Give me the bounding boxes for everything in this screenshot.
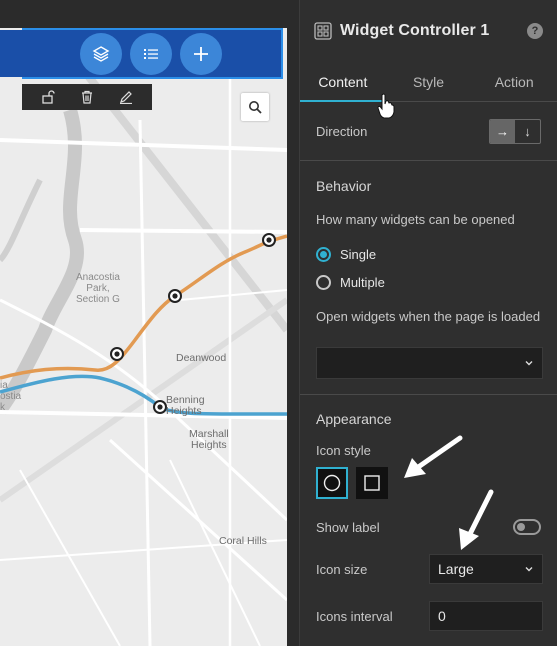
direction-label: Direction (316, 123, 368, 139)
layers-icon[interactable] (80, 33, 122, 75)
icon-size-select[interactable]: Large (429, 554, 543, 584)
open-on-load-select[interactable] (316, 347, 543, 379)
behavior-question: How many widgets can be opened (316, 211, 515, 227)
panel-header: Widget Controller 1 ? (300, 0, 557, 62)
map-label-marshall-heights: Marshall Heights (189, 428, 229, 451)
map-label-anacostia-park: Anacostia Park, Section G (76, 272, 120, 305)
list-icon[interactable] (130, 33, 172, 75)
icons-interval-label: Icons interval (316, 608, 393, 624)
circle-icon (323, 474, 341, 492)
chevron-down-icon (525, 361, 533, 366)
radio-multiple-indicator[interactable] (316, 274, 331, 290)
canvas-top-strip (0, 0, 287, 28)
plus-icon[interactable] (180, 33, 222, 75)
radio-multiple[interactable]: Multiple (300, 269, 557, 295)
behavior-title: Behavior (316, 178, 372, 194)
pencil-icon[interactable] (113, 86, 139, 108)
radio-multiple-label: Multiple (340, 274, 385, 290)
open-on-load-label: Open widgets when the page is loaded (316, 309, 541, 324)
icon-size-value: Large (438, 561, 474, 577)
unlock-icon[interactable] (35, 86, 61, 108)
help-icon[interactable]: ? (527, 23, 543, 39)
direction-vertical-button[interactable]: ↓ (515, 120, 540, 143)
icons-interval-row: Icons interval 0 (300, 591, 557, 641)
tab-action[interactable]: Action (471, 62, 557, 101)
trash-icon[interactable] (74, 86, 100, 108)
map-canvas[interactable]: Anacostia Park, Section G Deanwood Benni… (0, 0, 287, 646)
panel-tabs: Content Style Action (300, 62, 557, 102)
square-icon (364, 475, 380, 491)
icon-size-label: Icon size (316, 561, 368, 577)
search-icon (249, 101, 262, 114)
map-label-cut-1: ia (0, 380, 8, 391)
edit-toolbar (22, 84, 152, 110)
direction-toggle-group: → ↓ (489, 118, 541, 144)
icon-style-options (300, 463, 557, 507)
panel-title: Widget Controller 1 (340, 22, 490, 39)
controller-bar-edge (0, 30, 22, 77)
icons-interval-input[interactable]: 0 (429, 601, 543, 631)
map-label-benning-heights: Benning Heights (166, 394, 205, 417)
icon-style-circle-option[interactable] (316, 467, 348, 499)
tab-style[interactable]: Style (386, 62, 472, 101)
show-label-toggle[interactable] (513, 519, 541, 535)
settings-panel: Widget Controller 1 ? Content Style Acti… (299, 0, 557, 646)
map-search-button[interactable] (241, 93, 269, 121)
icon-size-row: Icon size Large (300, 547, 557, 591)
icon-style-label: Icon style (316, 442, 371, 458)
map-label-cut-2: ostia (0, 391, 22, 402)
map-label-coral-hills: Coral Hills (219, 535, 267, 547)
direction-horizontal-button[interactable]: → (490, 119, 515, 143)
appearance-title: Appearance (316, 411, 392, 427)
map-label-deanwood: Deanwood (176, 352, 227, 364)
icon-style-square-option[interactable] (356, 467, 388, 499)
chevron-down-icon (525, 567, 533, 572)
radio-single[interactable]: Single (300, 239, 557, 269)
show-label-row: Show label (300, 507, 557, 547)
direction-row: Direction → ↓ (300, 102, 557, 160)
radio-single-label: Single (340, 246, 377, 262)
show-label-text: Show label (316, 519, 380, 535)
canvas-scrollbar[interactable] (287, 0, 299, 646)
widget-controller-icon (314, 22, 332, 40)
map-label-cut-3: k (0, 402, 5, 413)
tab-content[interactable]: Content (300, 62, 386, 102)
radio-single-indicator[interactable] (316, 246, 331, 262)
